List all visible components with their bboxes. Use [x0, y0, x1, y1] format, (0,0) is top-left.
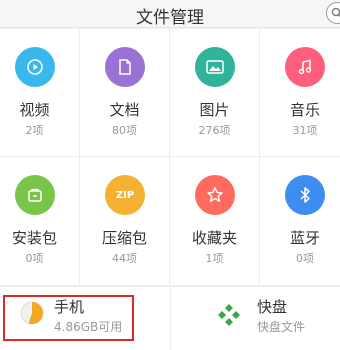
category-count: 31项 — [292, 124, 318, 137]
category-count: 44项 — [112, 252, 137, 265]
category-name: 文档 — [109, 101, 140, 119]
category-row: 视频 2项 文档 80项 图片 276项 音乐 31项 — [0, 29, 340, 157]
image-icon — [195, 47, 235, 87]
category-name: 音乐 — [289, 101, 320, 119]
zip-icon-label: ZIP — [115, 189, 135, 201]
category-name: 安装包 — [11, 229, 57, 247]
category-bluetooth[interactable]: 蓝牙 0项 — [260, 157, 340, 285]
kuaipan-icon — [218, 304, 240, 326]
annotation-highlight-box — [3, 295, 134, 341]
header-bar: 文件管理 — [0, 0, 340, 28]
bluetooth-icon — [285, 175, 325, 215]
play-icon — [15, 47, 55, 87]
zip-icon: ZIP — [105, 175, 145, 215]
storage-quick-name: 快盘 — [257, 298, 288, 316]
storage-quick[interactable]: 快盘 快盘文件 — [170, 287, 340, 350]
category-name: 视频 — [19, 101, 50, 119]
category-name: 图片 — [199, 101, 230, 119]
category-name: 压缩包 — [101, 229, 147, 247]
category-package[interactable]: 安装包 0项 — [0, 157, 80, 285]
category-count: 2项 — [25, 124, 44, 137]
category-video[interactable]: 视频 2项 — [0, 29, 80, 157]
page-title: 文件管理 — [136, 8, 204, 28]
category-count: 276项 — [198, 124, 231, 137]
category-row: 安装包 0项 ZIP 压缩包 44项 收藏夹 1项 蓝牙 0项 — [0, 157, 340, 285]
category-document[interactable]: 文档 80项 — [80, 29, 170, 157]
package-icon — [15, 175, 55, 215]
category-count: 80项 — [112, 124, 137, 137]
document-icon — [105, 47, 145, 87]
category-count: 1项 — [205, 252, 224, 265]
category-count: 0项 — [296, 252, 314, 265]
category-name: 收藏夹 — [191, 229, 237, 247]
search-icon — [331, 7, 340, 17]
category-favorites[interactable]: 收藏夹 1项 — [170, 157, 260, 285]
storage-quick-sub: 快盘文件 — [257, 320, 306, 334]
category-image[interactable]: 图片 276项 — [170, 29, 260, 157]
star-icon — [195, 175, 235, 215]
music-icon — [285, 47, 325, 87]
category-count: 0项 — [25, 252, 44, 265]
category-name: 蓝牙 — [289, 229, 320, 247]
storage-bar: 手机 4.86GB可用 快盘 快盘文件 — [0, 286, 340, 350]
category-zip[interactable]: ZIP 压缩包 44项 — [80, 157, 170, 285]
category-grid: 视频 2项 文档 80项 图片 276项 音乐 31项 安装包 0项 ZIP 压… — [0, 29, 340, 285]
category-music[interactable]: 音乐 31项 — [260, 29, 340, 157]
